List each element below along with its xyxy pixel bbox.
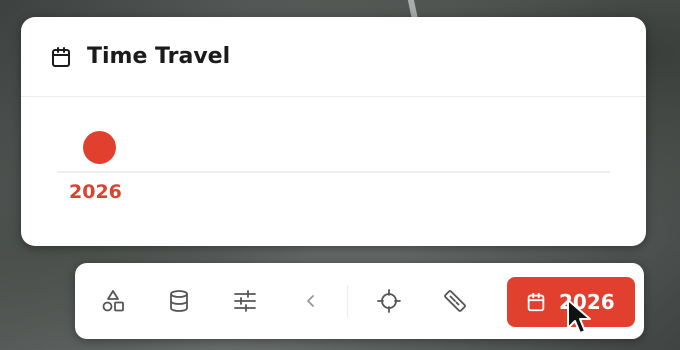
ruler-icon [442, 288, 468, 314]
crosshair-icon [376, 288, 402, 314]
panel-header: Time Travel [21, 17, 646, 97]
timeline-year-label[interactable]: 2026 [69, 181, 122, 203]
locate-tool-button[interactable] [371, 283, 407, 319]
toolbar-divider [347, 285, 348, 317]
timeline-track [57, 171, 610, 173]
bottom-toolbar: 2026 [75, 263, 644, 339]
panel-title: Time Travel [87, 44, 231, 69]
collapse-toolbar-button[interactable] [293, 283, 329, 319]
time-travel-panel: Time Travel 2026 [21, 17, 646, 246]
mouse-pointer-icon [566, 298, 592, 336]
timeline-year-marker[interactable] [83, 131, 116, 164]
sliders-icon [232, 288, 258, 314]
chevron-left-icon [301, 291, 321, 311]
shapes-icon [100, 288, 126, 314]
settings-tool-button[interactable] [227, 283, 263, 319]
measure-tool-button[interactable] [437, 283, 473, 319]
calendar-icon [525, 291, 547, 313]
layers-tool-button[interactable] [161, 283, 197, 319]
calendar-icon [49, 45, 73, 69]
database-icon [166, 288, 192, 314]
shapes-tool-button[interactable] [95, 283, 131, 319]
